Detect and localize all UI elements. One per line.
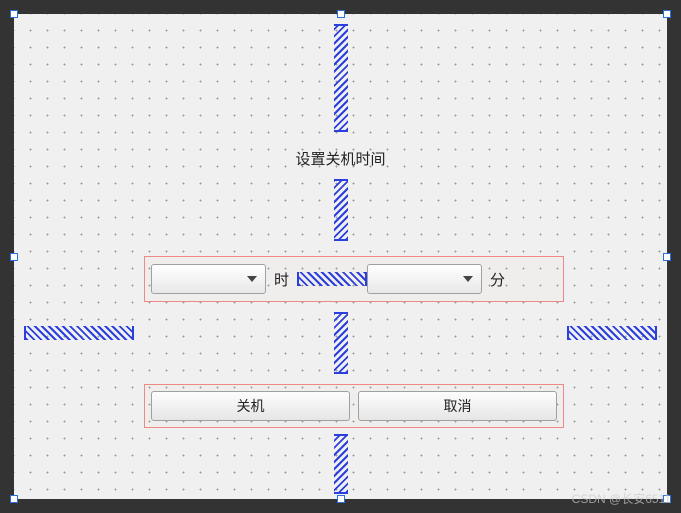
cancel-button[interactable]: 取消 — [358, 391, 557, 421]
vertical-spacer-3[interactable] — [334, 312, 348, 374]
minute-combobox[interactable] — [367, 264, 482, 294]
shutdown-button[interactable]: 关机 — [151, 391, 350, 421]
resize-handle-bottom-mid[interactable] — [337, 495, 345, 503]
time-select-row[interactable]: 时 分 — [144, 256, 564, 302]
watermark-text: CSDN @长安6511 — [572, 490, 671, 507]
resize-handle-mid-right[interactable] — [663, 253, 671, 261]
vertical-spacer-2[interactable] — [334, 179, 348, 241]
resize-handle-bottom-left[interactable] — [10, 495, 18, 503]
resize-handle-mid-left[interactable] — [10, 253, 18, 261]
title-label[interactable]: 设置关机时间 — [295, 148, 385, 169]
vertical-spacer-bottom[interactable] — [334, 434, 348, 494]
horizontal-spacer-left[interactable] — [24, 326, 134, 340]
shutdown-button-label: 关机 — [237, 396, 265, 416]
cancel-button-label: 取消 — [444, 396, 472, 416]
hour-unit-label: 时 — [266, 269, 297, 290]
form-designer-canvas[interactable]: 设置关机时间 时 分 关机 取消 — [14, 14, 667, 499]
chevron-down-icon — [463, 276, 473, 282]
vertical-spacer-top[interactable] — [334, 24, 348, 132]
minute-unit-label: 分 — [482, 269, 513, 290]
horizontal-spacer-right[interactable] — [567, 326, 657, 340]
horizontal-spacer-inline[interactable] — [297, 272, 367, 286]
action-button-row[interactable]: 关机 取消 — [144, 384, 564, 428]
hour-combobox[interactable] — [151, 264, 266, 294]
resize-handle-top-right[interactable] — [663, 10, 671, 18]
resize-handle-top-mid[interactable] — [337, 10, 345, 18]
chevron-down-icon — [247, 276, 257, 282]
resize-handle-top-left[interactable] — [10, 10, 18, 18]
